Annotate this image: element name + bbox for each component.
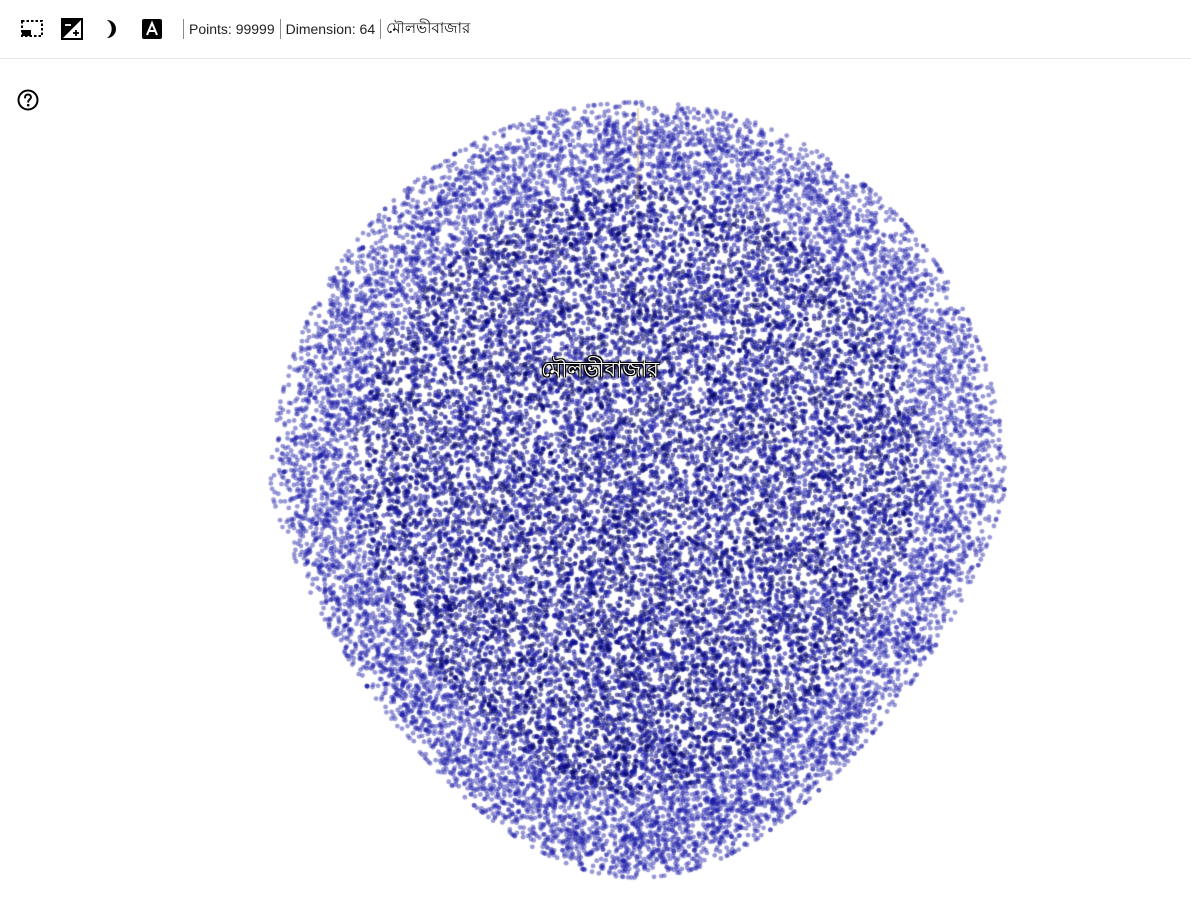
toolbar-divider — [380, 19, 382, 39]
selection-box-icon[interactable] — [18, 15, 46, 43]
night-mode-brightness-icon[interactable] — [58, 15, 86, 43]
toolbar-divider — [279, 19, 281, 39]
top-toolbar: Points: 99999 Dimension: 64 মৌলভীবাজার — [0, 0, 1191, 59]
dimension-count: Dimension: 64 — [285, 21, 376, 37]
points-count: Points: 99999 — [189, 21, 275, 37]
selected-point-label: মৌলভীবাজার — [386, 19, 471, 37]
toolbar-divider — [183, 19, 184, 39]
half-moon-icon[interactable] — [98, 15, 126, 43]
point-cloud[interactable] — [0, 60, 1191, 900]
projection-canvas[interactable] — [0, 60, 1191, 900]
label-a-icon[interactable] — [138, 15, 166, 43]
